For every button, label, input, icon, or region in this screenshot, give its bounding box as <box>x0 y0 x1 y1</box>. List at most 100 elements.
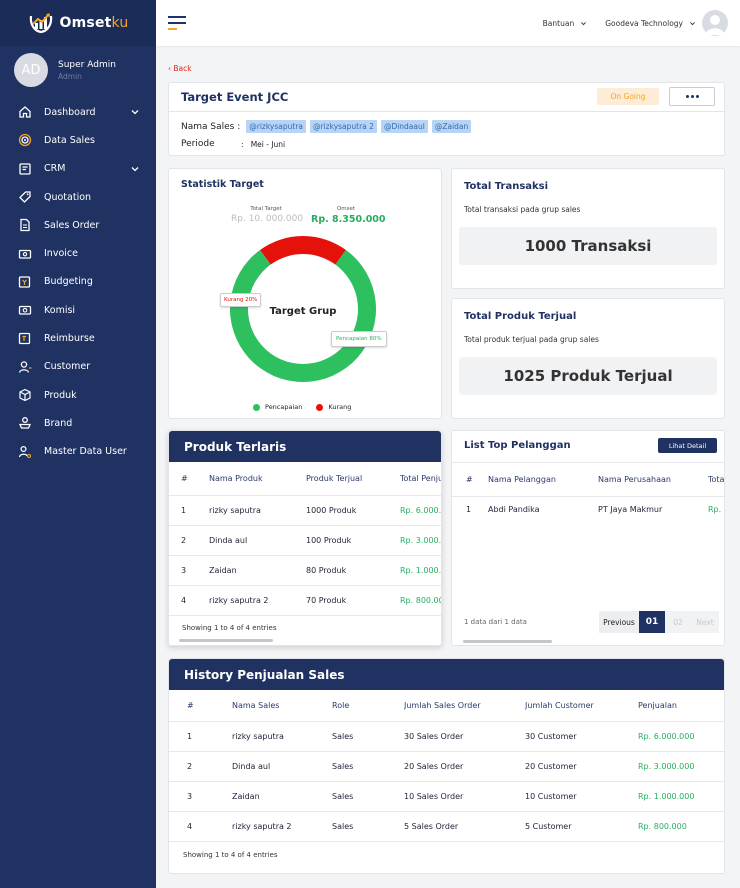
column-header[interactable]: Jumlah Sales Order <box>404 690 525 721</box>
table-row[interactable]: 2 Dinda aul Sales 20 Sales Order 20 Customer… <box>169 751 724 781</box>
column-header[interactable]: Total Penjualan <box>400 462 441 495</box>
brand[interactable]: Omsetku <box>0 0 156 46</box>
column-header[interactable]: # <box>169 462 209 495</box>
top-pelanggan-footer: 1 data dari 1 data <box>464 618 527 626</box>
chevron-down-icon[interactable] <box>580 20 587 27</box>
horizontal-scrollbar[interactable] <box>179 639 273 642</box>
box-icon <box>19 388 31 402</box>
user-settings-icon <box>18 445 32 458</box>
crm-icon <box>19 163 31 175</box>
document-icon <box>20 219 30 232</box>
transaksi-title: Total Transaksi <box>464 181 549 192</box>
legend-item[interactable]: Kurang <box>316 403 351 411</box>
back-link[interactable]: ‹ Back <box>168 64 192 73</box>
sidebar: Omsetku AD Super Admin Admin Dashboard D… <box>0 0 156 888</box>
sidebar-item-produk[interactable]: Produk <box>0 381 156 409</box>
sidebar-item-data-sales[interactable]: Data Sales <box>0 126 156 154</box>
sidebar-item-reimburse[interactable]: Reimburse <box>0 324 156 352</box>
column-header[interactable]: # <box>169 690 232 721</box>
target-value: Rp. 10. 000.000 <box>231 214 304 224</box>
pagination: Previous 01 02 Next <box>599 611 719 633</box>
sidebar-item-crm[interactable]: CRM <box>0 155 156 183</box>
produk-terjual-card: Total Produk Terjual Total produk terjua… <box>451 298 725 419</box>
target-label: Total Target <box>250 206 282 212</box>
top-pelanggan-card: List Top Pelanggan Lihat Detail # Nama P… <box>451 430 725 646</box>
column-header[interactable]: Nama Produk <box>209 462 306 495</box>
sales-tag[interactable]: @rizkysaputra <box>246 120 307 133</box>
sales-tag[interactable]: @Dindaaul <box>380 120 428 133</box>
transaksi-subtitle: Total transaksi pada grup sales <box>464 205 581 214</box>
table-row[interactable]: 3Zaidan80 ProdukRp. 1.000.000 <box>169 555 441 585</box>
sidebar-item-master-data-user[interactable]: Master Data User <box>0 438 156 466</box>
user-avatar[interactable] <box>702 10 728 36</box>
sidebar-item-dashboard[interactable]: Dashboard <box>0 98 156 126</box>
page-button[interactable]: 02 <box>665 611 691 633</box>
produk-terlaris-footer: Showing 1 to 4 of 4 entries <box>182 624 277 632</box>
sidebar-item-customer[interactable]: Customer <box>0 353 156 381</box>
kurang-tooltip: Kurang 20% <box>220 293 262 307</box>
donut-center-label: Target Grup <box>269 306 337 317</box>
statistik-title: Statistik Target <box>181 179 264 190</box>
profile-name: Super Admin <box>58 59 116 70</box>
sidebar-item-invoice[interactable]: Invoice <box>0 239 156 267</box>
avatar: AD <box>14 53 48 87</box>
target-icon <box>18 134 32 147</box>
transaksi-value: 1000 Transaksi <box>459 227 717 265</box>
produk-terlaris-title: Produk Terlaris <box>169 431 441 462</box>
column-header[interactable]: Penjualan <box>638 690 724 721</box>
sidebar-item-brand[interactable]: Brand <box>0 409 156 437</box>
legend-item[interactable]: Pencapaian <box>253 403 302 411</box>
produk-terlaris-table-wrap[interactable]: # Nama Produk Produk Terjual Total Penju… <box>169 462 441 632</box>
table-row[interactable]: 2Dinda aul100 ProdukRp. 3.000.000 <box>169 525 441 555</box>
produk-terjual-subtitle: Total produk terjual pada grup sales <box>464 335 599 344</box>
column-header[interactable]: Nama Sales <box>232 690 332 721</box>
sidebar-item-sales-order[interactable]: Sales Order <box>0 211 156 239</box>
sidebar-item-quotation[interactable]: Quotation <box>0 183 156 211</box>
sales-label: Nama Sales : <box>181 121 241 132</box>
brand-name: Omsetku <box>59 15 129 31</box>
table-row[interactable]: 1Abdi PandikaPT Jaya MakmurRp. 6.000.000 <box>452 496 724 522</box>
column-header[interactable]: Role <box>332 690 404 721</box>
help-menu[interactable]: Bantuan <box>543 19 575 28</box>
sales-tag[interactable]: @rizkysaputra 2 <box>310 120 377 133</box>
company-menu[interactable]: Goodeva Technology <box>605 19 683 28</box>
sidebar-item-komisi[interactable]: Komisi <box>0 296 156 324</box>
donut-slice-kurang[interactable] <box>260 236 346 265</box>
produk-terjual-title: Total Produk Terjual <box>464 311 577 322</box>
chevron-down-icon[interactable] <box>689 20 696 27</box>
column-header[interactable]: Jumlah Customer <box>525 690 638 721</box>
chevron-down-icon <box>131 166 139 172</box>
budget-icon <box>18 276 31 288</box>
more-options-button[interactable] <box>669 87 715 106</box>
next-button[interactable]: Next <box>691 611 719 633</box>
column-header[interactable]: Nama Perusahaan <box>598 463 708 496</box>
pencapaian-tooltip: Pencapaian 80% <box>331 331 387 347</box>
logo-icon <box>29 13 52 34</box>
profile-role: Admin <box>58 71 82 81</box>
user-icon <box>705 15 725 35</box>
table-row[interactable]: 4 rizky saputra 2 Sales 5 Sales Order 5 Cust… <box>169 811 724 841</box>
top-pelanggan-table-wrap[interactable]: # Nama Pelanggan Nama Perusahaan Total P… <box>452 462 724 522</box>
table-row[interactable]: 1 rizky saputra Sales 30 Sales Order 30 Cust… <box>169 721 724 751</box>
hamburger-menu-icon[interactable] <box>168 16 186 30</box>
sales-tag[interactable]: @Zaidan <box>431 120 472 133</box>
table-row[interactable]: 4rizky saputra 270 ProdukRp. 800.000 <box>169 585 441 615</box>
view-detail-button[interactable]: Lihat Detail <box>658 438 717 453</box>
horizontal-scrollbar[interactable] <box>463 640 552 643</box>
table-row[interactable]: 3 Zaidan Sales 10 Sales Order 10 Customer Rp.… <box>169 781 724 811</box>
top-pelanggan-title: List Top Pelanggan <box>464 440 571 451</box>
sidebar-item-budgeting[interactable]: Budgeting <box>0 268 156 296</box>
column-header[interactable]: Total Pembelian <box>708 463 724 496</box>
topbar: Bantuan Goodeva Technology <box>156 0 740 46</box>
omset-label: Omset <box>336 206 356 212</box>
produk-terlaris-card: Produk Terlaris # Nama Produk Produk Ter… <box>168 430 442 646</box>
column-header[interactable]: Nama Pelanggan <box>488 463 598 496</box>
profile[interactable]: AD Super Admin Admin <box>0 48 156 92</box>
top-pelanggan-table: # Nama Pelanggan Nama Perusahaan Total P… <box>452 463 724 522</box>
previous-button[interactable]: Previous <box>599 611 639 633</box>
history-card: History Penjualan Sales # Nama Sales Rol… <box>168 658 725 874</box>
column-header[interactable]: Produk Terjual <box>306 462 400 495</box>
column-header[interactable]: # <box>452 463 488 496</box>
page-button-current[interactable]: 01 <box>639 611 665 633</box>
table-row[interactable]: 1rizky saputra1000 ProdukRp. 6.000.000 <box>169 495 441 525</box>
